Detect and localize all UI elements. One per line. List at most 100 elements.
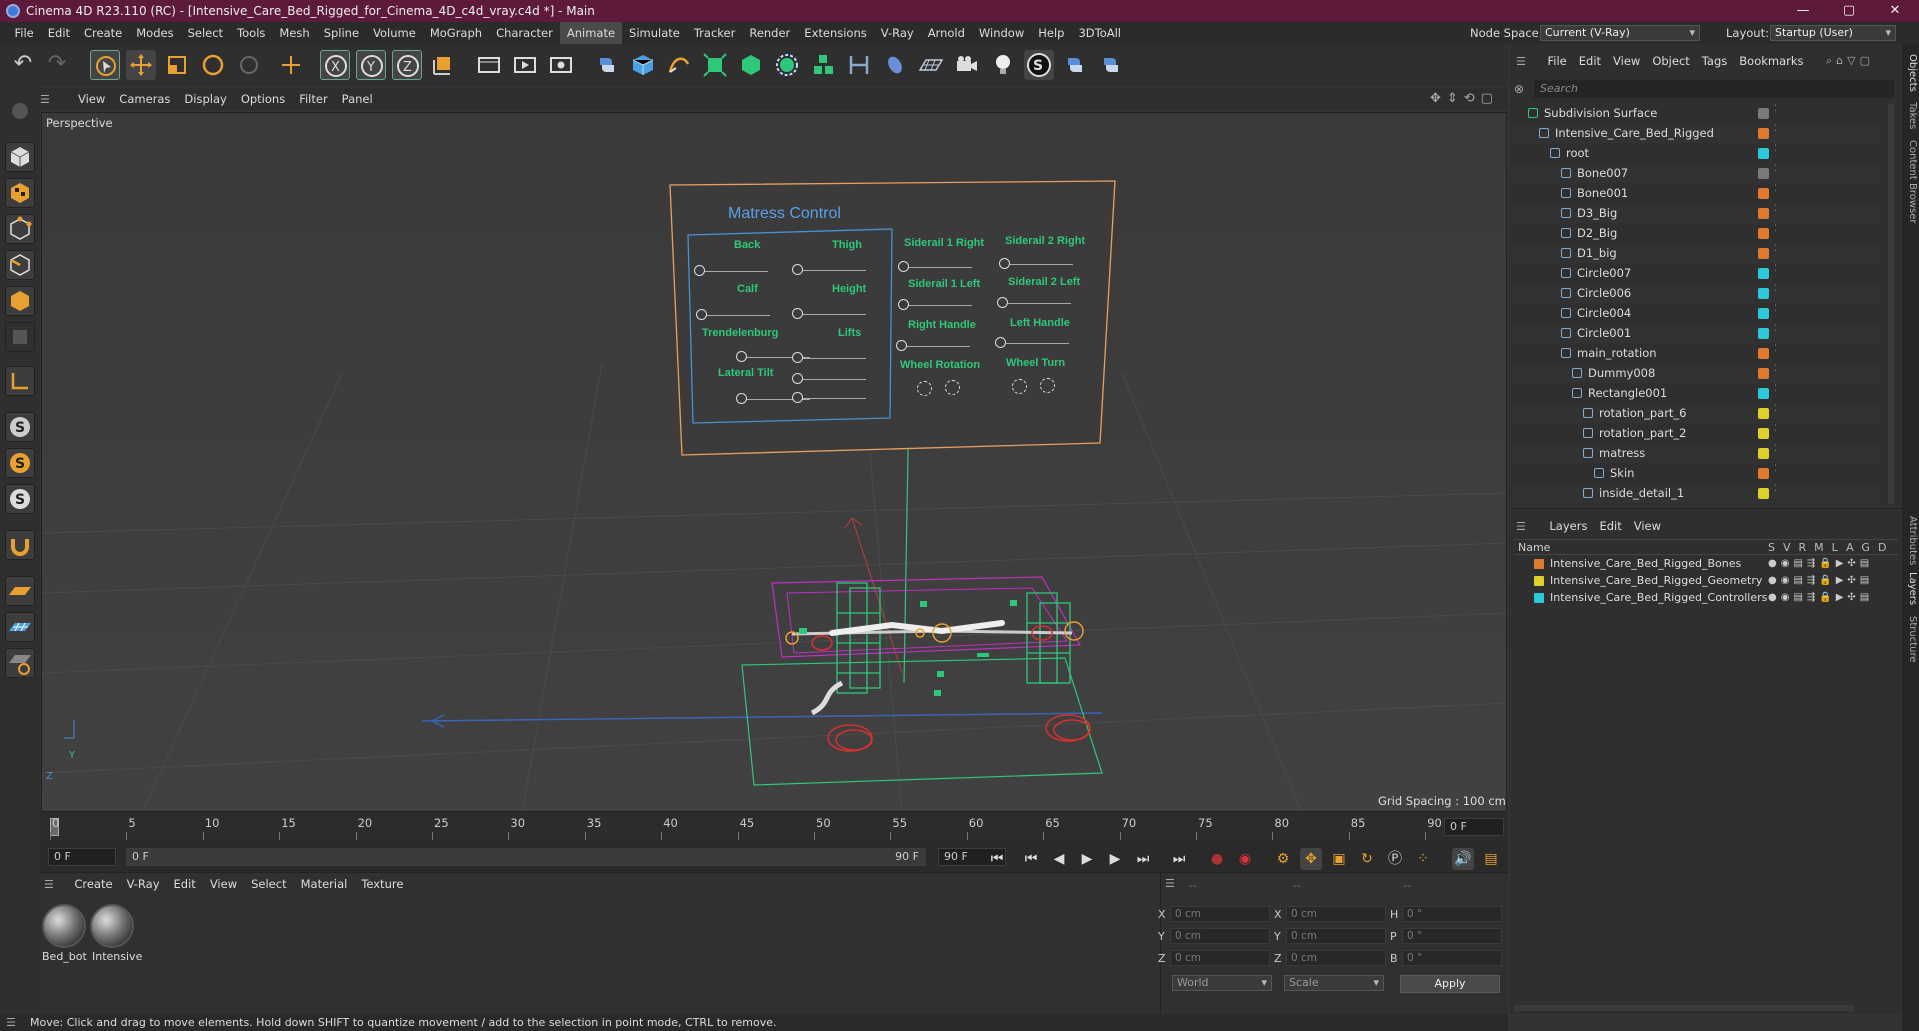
coordinate-mode-dropdown[interactable]: Scale [1284, 975, 1384, 991]
hud-slider-knob[interactable] [995, 337, 1006, 348]
layer-color-swatch[interactable] [1758, 368, 1769, 379]
wheel-dial-control[interactable] [917, 381, 932, 396]
make-editable-icon[interactable] [5, 96, 35, 126]
z-axis-lock-icon[interactable]: Z [392, 50, 422, 80]
menu-mograph[interactable]: MoGraph [423, 22, 489, 44]
vray-logo-icon[interactable]: S [1024, 50, 1054, 80]
menu-render[interactable]: Render [742, 22, 797, 44]
points-mode-icon[interactable] [5, 214, 35, 244]
film-strip-icon[interactable]: ▤ [1480, 848, 1502, 870]
render-view-icon[interactable] [510, 50, 540, 80]
layer-color-swatch[interactable] [1758, 408, 1769, 419]
menu-arnold[interactable]: Arnold [921, 22, 972, 44]
viewport-menu-panel[interactable]: Panel [335, 88, 380, 110]
menu-character[interactable]: Character [489, 22, 560, 44]
object-row[interactable]: rotation_part_2 ⁚ [1512, 423, 1880, 443]
scale-tool-icon[interactable] [162, 50, 192, 80]
close-button[interactable]: ✕ [1872, 0, 1918, 22]
start-frame-field[interactable]: 0 F [48, 848, 116, 866]
object-menu-edit[interactable]: Edit [1573, 50, 1607, 72]
layer-color-swatch[interactable] [1758, 488, 1769, 499]
frame-range-slider[interactable]: 0 F 90 F [126, 848, 926, 866]
key-scale-icon[interactable]: ▣ [1328, 848, 1350, 870]
layers-menu-edit[interactable]: Edit [1593, 515, 1627, 537]
viewport-menu-cameras[interactable]: Cameras [112, 88, 177, 110]
layer-color-swatch[interactable] [1758, 168, 1769, 179]
object-row[interactable]: Skin ⁚ [1512, 463, 1880, 483]
object-row[interactable]: inside_detail_1 ⁚ [1512, 483, 1880, 503]
previous-frame-icon[interactable]: ◀ [1048, 848, 1070, 870]
panel-menu-icon[interactable]: ☰ [40, 89, 50, 111]
visibility-dots-icon[interactable]: ⁚ [1774, 305, 1778, 320]
layer-color-swatch[interactable] [1758, 328, 1769, 339]
locked-workplane-icon[interactable] [5, 648, 35, 678]
hud-slider-knob[interactable] [898, 261, 909, 272]
panel-menu-icon[interactable]: ☰ [1516, 520, 1540, 533]
texture-mode-icon[interactable] [5, 178, 35, 208]
y-axis-lock-icon[interactable]: Y [356, 50, 386, 80]
mograph-icon[interactable] [808, 50, 838, 80]
camera-icon[interactable] [952, 50, 982, 80]
object-row[interactable]: Circle007 ⁚ [1512, 263, 1880, 283]
visibility-dots-icon[interactable]: ⁚ [1774, 245, 1778, 260]
object-row[interactable]: Bone007 ⁚ [1512, 163, 1880, 183]
visibility-dots-icon[interactable]: ⁚ [1774, 345, 1778, 360]
panel-menu-icon[interactable]: ☰ [44, 878, 64, 891]
search-filter-icons[interactable]: ⌕⌂▽▢ [1826, 50, 1874, 72]
coord-rotation-field[interactable]: 0 ° [1402, 950, 1502, 966]
visibility-dots-icon[interactable]: ⁚ [1774, 465, 1778, 480]
panel-menu-icon[interactable]: ☰ [1165, 877, 1175, 890]
key-param-icon[interactable]: Ⓟ [1384, 848, 1406, 870]
go-to-start-icon[interactable]: ⏮ [986, 848, 1008, 870]
side-tab-objects[interactable]: Objects [1903, 54, 1918, 92]
coord-size-field[interactable]: 0 cm [1286, 950, 1386, 966]
object-row[interactable]: D1_big ⁚ [1512, 243, 1880, 263]
python-script-icon[interactable] [1060, 50, 1090, 80]
coordinate-system-icon[interactable] [428, 50, 458, 80]
timeline-icon[interactable]: 🔊 [1452, 848, 1474, 870]
layer-color-swatch[interactable] [1758, 428, 1769, 439]
layer-color-swatch[interactable] [1758, 208, 1769, 219]
menu-3dtoall[interactable]: 3DToAll [1071, 22, 1128, 44]
go-to-end-icon[interactable]: ⏭ [1168, 848, 1190, 870]
visibility-dots-icon[interactable]: ⁚ [1774, 105, 1778, 120]
visibility-dots-icon[interactable]: ⁚ [1774, 445, 1778, 460]
visibility-dots-icon[interactable]: ⁚ [1774, 265, 1778, 280]
layer-color-swatch[interactable] [1758, 308, 1769, 319]
material-menu-material[interactable]: Material [294, 873, 355, 895]
material-menu-view[interactable]: View [203, 873, 244, 895]
side-tab-content-browser[interactable]: Content Browser [1903, 140, 1918, 223]
x-axis-lock-icon[interactable]: X [320, 50, 350, 80]
side-tab-structure[interactable]: Structure [1903, 616, 1918, 663]
render-settings-icon[interactable] [546, 50, 576, 80]
object-search-input[interactable]: Search [1534, 80, 1894, 98]
snap-settings-icon[interactable]: S [5, 448, 35, 478]
hud-slider-knob[interactable] [792, 352, 803, 363]
viewport-menu-display[interactable]: Display [177, 88, 233, 110]
snap-icon[interactable]: S [5, 412, 35, 442]
menu-select[interactable]: Select [181, 22, 230, 44]
python-script-2-icon[interactable] [1096, 50, 1126, 80]
layer-toggle-icons[interactable]: ●◉▤⇶🔒▶✣▤ [1768, 572, 1873, 589]
model-mode-icon[interactable] [5, 142, 35, 172]
autokey-icon[interactable]: ◉ [1234, 848, 1256, 870]
light-icon[interactable] [988, 50, 1018, 80]
object-row[interactable]: D2_Big ⁚ [1512, 223, 1880, 243]
layers-menu-view[interactable]: View [1628, 515, 1667, 537]
menu-tools[interactable]: Tools [230, 22, 272, 44]
hud-slider-knob[interactable] [792, 264, 803, 275]
extrude-icon[interactable] [736, 50, 766, 80]
timeline-ruler[interactable]: 0 5 10 15 20 25 30 35 40 45 50 55 60 65 70 75 80 85 90 0 F [40, 812, 1508, 842]
wheel-dial-control[interactable] [945, 380, 960, 395]
previous-key-icon[interactable]: ⏮ [1020, 848, 1042, 870]
cloner-icon[interactable] [772, 50, 802, 80]
object-menu-bookmarks[interactable]: Bookmarks [1733, 50, 1809, 72]
visibility-dots-icon[interactable]: ⁚ [1774, 185, 1778, 200]
maximize-button[interactable]: ▢ [1826, 0, 1872, 22]
visibility-dots-icon[interactable]: ⁚ [1774, 405, 1778, 420]
coord-size-field[interactable]: 0 cm [1286, 906, 1386, 922]
layer-toggle-icons[interactable]: ●◉▤⇶🔒▶✣▤ [1768, 555, 1873, 572]
menu-extensions[interactable]: Extensions [797, 22, 873, 44]
side-tab-layers[interactable]: Layers [1903, 572, 1918, 605]
layer-color-swatch[interactable] [1758, 128, 1769, 139]
